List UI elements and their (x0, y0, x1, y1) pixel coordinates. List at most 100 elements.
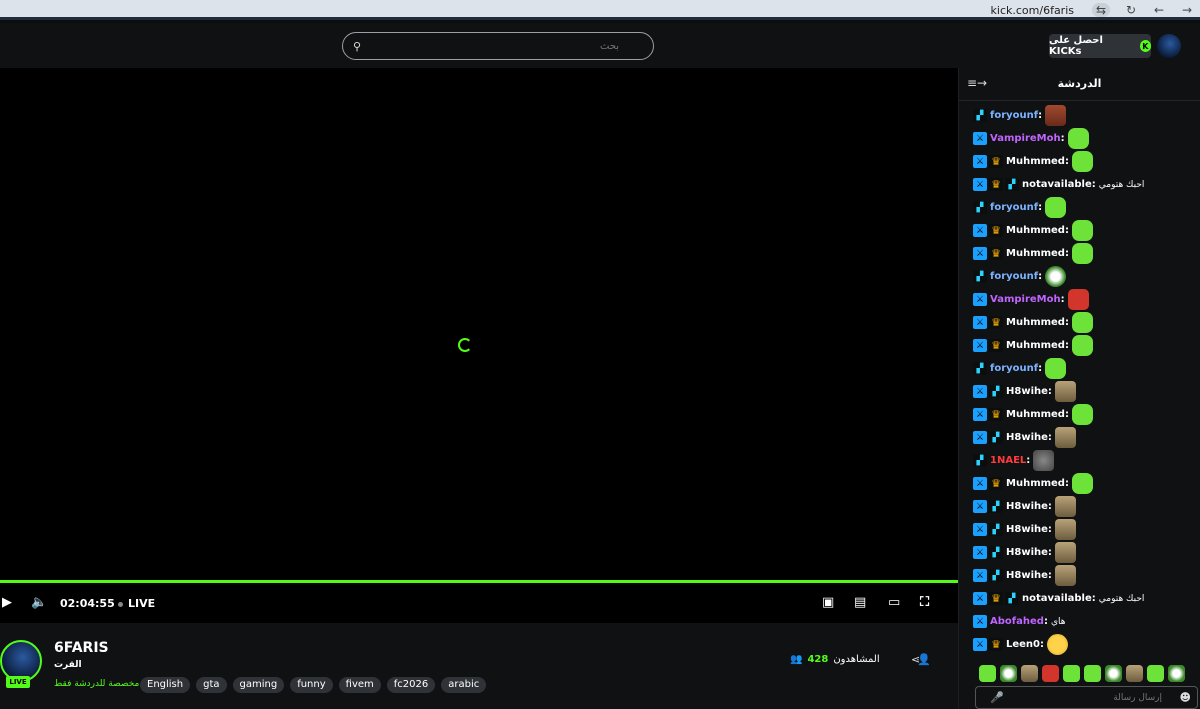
live-indicator[interactable]: LIVE (118, 597, 155, 610)
chat-message: ⚔ ♛ Muhmmed: (973, 334, 1200, 357)
chat-username[interactable]: VampireMoh (990, 133, 1061, 144)
clip-icon[interactable]: ▤ (854, 595, 866, 610)
username-separator: : (1043, 616, 1048, 627)
picture-in-picture-icon[interactable]: ▣ (822, 595, 834, 610)
username-separator: : (1064, 478, 1069, 489)
chat-username[interactable]: H8wihe (1006, 501, 1048, 512)
username-separator: : (1047, 432, 1052, 443)
fullscreen-icon[interactable]: ⛶ (920, 595, 929, 610)
chat-username[interactable]: foryounf (990, 271, 1038, 282)
chat-username[interactable]: Muhmmed (1006, 248, 1065, 259)
quick-emote-photo-icon[interactable] (1126, 665, 1143, 682)
tag-chip[interactable]: gaming (232, 677, 285, 693)
chat-username[interactable]: notavailable (1022, 179, 1092, 190)
volume-icon[interactable]: 🔈 (31, 595, 47, 610)
moderator-badge-icon: ⚔ (973, 523, 987, 536)
chat-message-text: هاي (1050, 616, 1066, 627)
emote-green-icon (1045, 358, 1067, 379)
quick-emote-green-icon[interactable] (979, 665, 996, 682)
chat-title: الدردشة (1057, 77, 1102, 90)
follow-icon[interactable]: 👤 (917, 653, 931, 666)
stream-category[interactable]: القرت (54, 660, 82, 670)
chat-username[interactable]: H8wihe (1006, 432, 1048, 443)
channel-name[interactable]: 6FARIS (54, 640, 109, 656)
moderator-badge-icon: ⚔ (973, 155, 987, 168)
quick-emote-green-icon[interactable] (1147, 665, 1164, 682)
emote-green-icon (1067, 128, 1089, 149)
emote-photo-icon (1054, 427, 1076, 448)
search-box[interactable]: ⚲ (342, 32, 654, 60)
chat-username[interactable]: H8wihe (1006, 547, 1048, 558)
chat-username[interactable]: Muhmmed (1006, 409, 1065, 420)
subscriber-badge-icon: ▞ (973, 201, 987, 214)
quick-emote-wave-icon[interactable] (1000, 665, 1017, 682)
emote-photo-icon (1054, 496, 1076, 517)
chat-message-text: احبك هتومي (1098, 179, 1145, 190)
video-player[interactable] (0, 68, 958, 583)
chat-username[interactable]: notavailable (1022, 593, 1092, 604)
emote-green-icon (1071, 404, 1093, 425)
subscriber-badge-icon: ▞ (989, 523, 1003, 536)
address-bar[interactable]: kick.com/6faris (991, 4, 1074, 17)
theater-mode-icon[interactable]: ▭ (888, 595, 900, 610)
chat-username[interactable]: Muhmmed (1006, 225, 1065, 236)
chat-message: ⚔ ▞ H8wihe: (973, 541, 1200, 564)
chat-username[interactable]: H8wihe (1006, 570, 1048, 581)
tag-chip[interactable]: fc2026 (386, 677, 436, 693)
chat-username[interactable]: Muhmmed (1006, 156, 1065, 167)
quick-emote-wave-icon[interactable] (1168, 665, 1185, 682)
chat-username[interactable]: 1NAEL (990, 455, 1026, 466)
username-separator: : (1038, 363, 1043, 374)
chat-username[interactable]: Leen0 (1006, 639, 1040, 650)
quick-emote-green-icon[interactable] (1063, 665, 1080, 682)
chat-username[interactable]: Muhmmed (1006, 317, 1065, 328)
tag-chip[interactable]: arabic (441, 677, 487, 693)
emote-green-icon (1045, 197, 1067, 218)
emoji-icon[interactable]: ☻ (1180, 691, 1191, 704)
get-kicks-button[interactable]: احصل على KICKs K (1049, 34, 1151, 58)
chat-username[interactable]: foryounf (990, 363, 1038, 374)
username-separator: : (1038, 110, 1043, 121)
quick-emote-photo-icon[interactable] (1021, 665, 1038, 682)
chat-username[interactable]: VampireMoh (990, 294, 1061, 305)
chat-username[interactable]: Muhmmed (1006, 340, 1065, 351)
moderator-badge-icon: ⚔ (973, 615, 987, 628)
chat-username[interactable]: H8wihe (1006, 386, 1048, 397)
emote-green-icon (1071, 335, 1093, 356)
search-icon[interactable]: ⚲ (353, 40, 361, 53)
quick-emote-red-icon[interactable] (1042, 665, 1059, 682)
emote-photo-icon (1054, 565, 1076, 586)
user-avatar[interactable] (1157, 34, 1181, 58)
chat-messages: ▞ foryounf: ⚔ VampireMoh: ⚔ ♛ Muhmmed: ⚔ ♛ ▞ notav… (959, 101, 1200, 656)
username-separator: : (1060, 294, 1065, 305)
tag-chip[interactable]: gta (196, 677, 227, 693)
back-icon[interactable]: ← (1152, 3, 1166, 17)
username-separator: : (1038, 202, 1043, 213)
moderator-badge-icon: ⚔ (973, 592, 987, 605)
moderator-badge-icon: ⚔ (973, 638, 987, 651)
chat-input-box[interactable]: 🎤 ☻ (975, 686, 1198, 709)
chat-username[interactable]: Abofahed (990, 616, 1044, 627)
tag-chip[interactable]: fivem (338, 677, 381, 693)
chat-username[interactable]: foryounf (990, 202, 1038, 213)
tag-chip[interactable]: funny (290, 677, 333, 693)
emote-wave-icon (1045, 266, 1067, 287)
quick-emote-wave-icon[interactable] (1105, 665, 1122, 682)
site-settings-icon[interactable]: ⇆ (1092, 3, 1110, 17)
quick-emote-green-icon[interactable] (1084, 665, 1101, 682)
reload-icon[interactable]: ↻ (1124, 3, 1138, 17)
tag-list: English gta gaming funny fivem fc2026 ar… (140, 677, 487, 693)
moderator-badge-icon: ⚔ (973, 316, 987, 329)
forward-icon[interactable]: → (1180, 3, 1194, 17)
chat-header: ≡→ الدردشة (959, 68, 1200, 101)
tag-chip[interactable]: English (140, 677, 191, 693)
emote-green-icon (1071, 243, 1093, 264)
chat-username[interactable]: foryounf (990, 110, 1038, 121)
search-input[interactable] (369, 40, 620, 52)
emote-face-icon (1045, 105, 1067, 126)
chat-username[interactable]: H8wihe (1006, 524, 1048, 535)
chat-username[interactable]: Muhmmed (1006, 478, 1065, 489)
microphone-icon[interactable]: 🎤 (990, 691, 1004, 704)
chat-input[interactable] (1002, 692, 1162, 703)
play-icon[interactable]: ▶ (2, 595, 12, 610)
